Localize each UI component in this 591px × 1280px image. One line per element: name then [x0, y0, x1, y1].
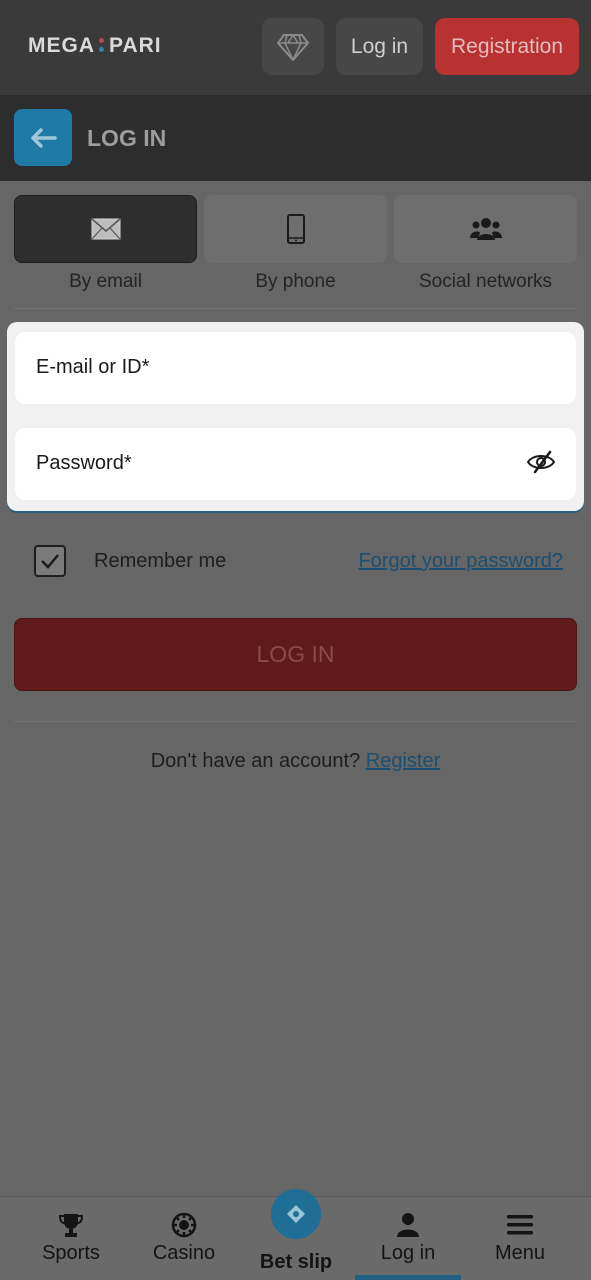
eye-slash-icon[interactable]: [526, 450, 556, 474]
hamburger-icon: [507, 1215, 533, 1235]
logo-text-left: MEGA: [28, 34, 95, 57]
top-bar: MEGA PARI Log in Registration: [0, 0, 591, 95]
tab-social-networks[interactable]: [394, 195, 577, 263]
tab-by-phone[interactable]: [204, 195, 387, 263]
remember-me-checkbox[interactable]: [34, 545, 66, 577]
tabs-divider: [14, 308, 577, 309]
ticket-icon: [287, 1205, 305, 1223]
email-field-placeholder: E-mail or ID*: [36, 356, 150, 378]
password-field-placeholder: Password*: [36, 452, 132, 474]
envelope-icon: [91, 218, 120, 240]
password-field[interactable]: Password*: [15, 428, 576, 500]
page-title: LOG IN: [87, 125, 167, 151]
nav-bet-slip-label: Bet slip: [259, 1251, 333, 1273]
megapari-logo[interactable]: MEGA PARI: [28, 34, 162, 58]
forgot-password-link[interactable]: Forgot your password?: [358, 550, 563, 573]
email-field[interactable]: E-mail or ID*: [15, 332, 576, 404]
phone-icon: [286, 214, 305, 244]
nav-sports[interactable]: Sports: [22, 1197, 120, 1280]
logo-text-right: PARI: [109, 34, 162, 57]
tab-by-email[interactable]: [14, 195, 197, 263]
nav-menu-label: Menu: [494, 1242, 546, 1264]
tab-label-email: By email: [69, 271, 142, 292]
diamond-icon: [277, 33, 309, 61]
trophy-icon: [58, 1214, 84, 1237]
no-account-prompt: Don't have an account? Register: [0, 750, 591, 773]
header-registration-button[interactable]: Registration: [435, 18, 579, 75]
header-login-button[interactable]: Log in: [336, 18, 423, 75]
vip-diamond-button[interactable]: [262, 18, 324, 75]
logo-separator-dots: [99, 38, 105, 52]
arrow-left-icon: [31, 127, 57, 148]
bottom-navigation: Sports Casino Bet slip Log in Menu: [0, 1189, 591, 1280]
back-button[interactable]: [14, 109, 72, 166]
login-fields-card: E-mail or ID* Password*: [7, 322, 584, 511]
casino-chip-icon: [171, 1212, 197, 1238]
checkmark-icon: [41, 554, 59, 569]
no-account-text: Don't have an account?: [150, 750, 361, 772]
active-tab-indicator: [355, 1275, 461, 1280]
bet-slip-button[interactable]: [271, 1189, 321, 1239]
nav-sports-label: Sports: [42, 1242, 100, 1264]
nav-log-in-label: Log in: [380, 1242, 436, 1264]
nav-casino[interactable]: Casino: [135, 1197, 233, 1280]
tab-label-phone: By phone: [255, 271, 336, 292]
remember-me-label[interactable]: Remember me: [94, 550, 226, 573]
login-submit-button[interactable]: LOG IN: [14, 618, 577, 691]
users-icon: [469, 218, 502, 240]
tab-label-social: Social networks: [418, 271, 553, 292]
nav-log-in[interactable]: Log in: [358, 1197, 458, 1280]
nav-menu[interactable]: Menu: [470, 1197, 570, 1280]
page-header: LOG IN: [0, 95, 591, 181]
nav-casino-label: Casino: [152, 1242, 216, 1264]
form-divider: [14, 721, 577, 722]
register-link[interactable]: Register: [366, 750, 440, 772]
user-icon: [397, 1213, 419, 1237]
